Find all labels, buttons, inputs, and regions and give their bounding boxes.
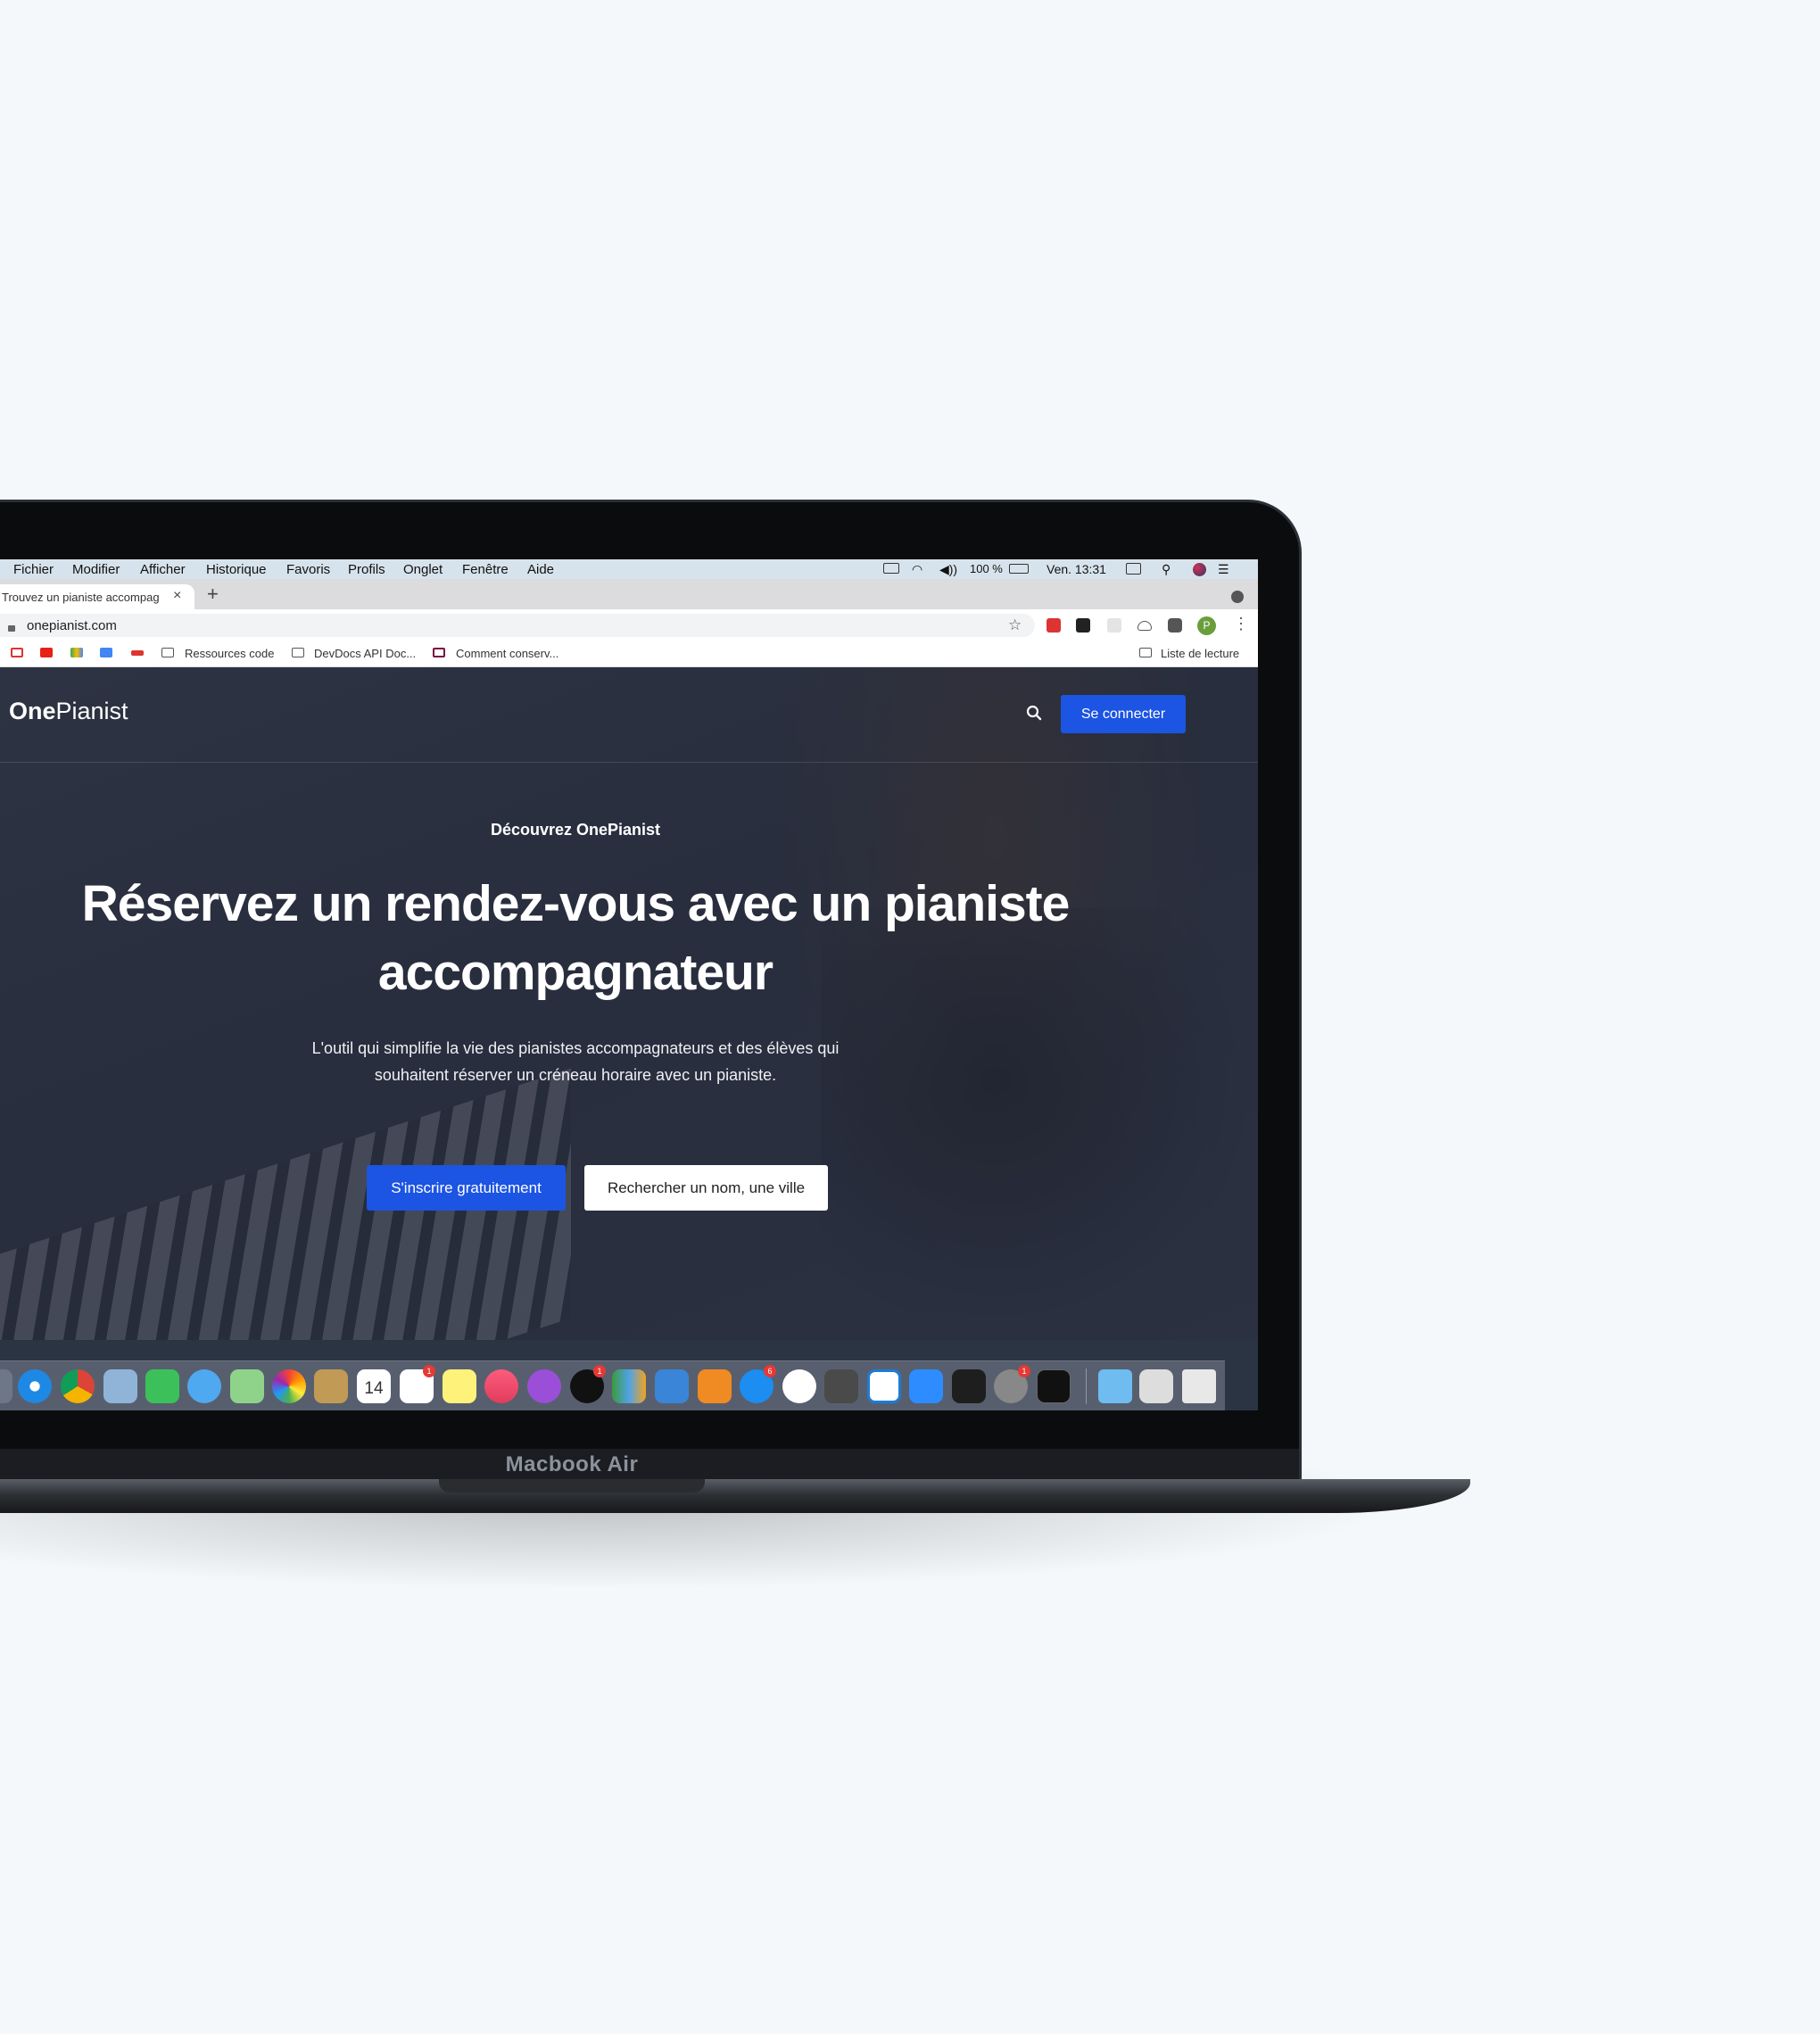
- search-icon[interactable]: [1026, 705, 1042, 721]
- photos-icon[interactable]: [272, 1369, 306, 1403]
- folder-icon: [161, 648, 174, 657]
- puzzle-extensions-icon[interactable]: [1168, 618, 1182, 633]
- translate-icon[interactable]: [100, 648, 112, 657]
- reading-list-button[interactable]: Liste de lecture: [1161, 647, 1239, 660]
- notes-icon[interactable]: [443, 1369, 476, 1403]
- laptop-base: [0, 1479, 1470, 1513]
- extension-red-icon[interactable]: [1046, 618, 1061, 633]
- macos-menubar: Fichier Modifier Afficher Historique Fav…: [0, 559, 1258, 579]
- bookmark-page-icon: [433, 648, 445, 657]
- safari-icon[interactable]: [18, 1369, 52, 1403]
- menu-profils[interactable]: Profils: [348, 562, 385, 577]
- devdocs-icon: [292, 648, 304, 657]
- bookmark-devdocs[interactable]: DevDocs API Doc...: [314, 647, 416, 660]
- battery-percent: 100 %: [970, 562, 1003, 575]
- screen-mirroring-icon[interactable]: [1126, 563, 1141, 575]
- tab-search-icon[interactable]: [1231, 591, 1244, 603]
- pages-icon[interactable]: [698, 1369, 732, 1403]
- login-button[interactable]: Se connecter: [1061, 695, 1186, 733]
- bookmark-comment-conserv[interactable]: Comment conserv...: [456, 647, 558, 660]
- app-store-badge: 6: [764, 1365, 776, 1377]
- menu-fenetre[interactable]: Fenêtre: [462, 562, 509, 577]
- more-menu-icon[interactable]: ⋮: [1233, 615, 1249, 633]
- preview-icon[interactable]: [103, 1369, 137, 1403]
- laptop-label: Macbook Air: [505, 1452, 639, 1476]
- maps-app-icon[interactable]: [230, 1369, 264, 1403]
- hero-kicker: Découvrez OnePianist: [490, 821, 661, 839]
- wifi-icon[interactable]: ◠: [912, 562, 922, 577]
- browser-tab-strip: Trouvez un pianiste accompag × +: [0, 579, 1258, 609]
- clipboard-icon[interactable]: [1139, 1369, 1173, 1403]
- menu-modifier[interactable]: Modifier: [72, 562, 120, 577]
- gmail-icon[interactable]: [11, 648, 23, 657]
- logo-bold: One: [9, 698, 56, 724]
- extension-dark-icon[interactable]: [1076, 618, 1090, 633]
- new-tab-icon[interactable]: +: [207, 583, 219, 606]
- zoom-icon[interactable]: [909, 1369, 943, 1403]
- spotlight-search-icon[interactable]: ⚲: [1162, 562, 1171, 577]
- close-tab-icon[interactable]: ×: [173, 588, 181, 604]
- menu-historique[interactable]: Historique: [206, 562, 267, 577]
- address-bar[interactable]: onepianist.com ☆: [0, 614, 1035, 637]
- maps-icon[interactable]: [70, 648, 83, 657]
- messages-icon[interactable]: [187, 1369, 221, 1403]
- profile-avatar[interactable]: P: [1197, 616, 1216, 635]
- menu-fichier[interactable]: Fichier: [13, 562, 54, 577]
- battery-icon[interactable]: [1009, 564, 1029, 574]
- contacts-icon[interactable]: [314, 1369, 348, 1403]
- hero-section: OnePianist Se connecter Découvrez OnePia…: [0, 667, 1258, 1340]
- numbers-icon[interactable]: [612, 1369, 646, 1403]
- tab-title: Trouvez un pianiste accompag: [2, 591, 160, 604]
- youtube-icon[interactable]: [40, 648, 53, 657]
- sublime-text-icon[interactable]: [824, 1369, 858, 1403]
- url-text[interactable]: onepianist.com: [27, 618, 117, 633]
- nav-divider: [0, 762, 1258, 763]
- siri-icon[interactable]: [1193, 563, 1206, 576]
- clock[interactable]: Ven. 13:31: [1046, 562, 1106, 576]
- laptop-screen: Fichier Modifier Afficher Historique Fav…: [0, 559, 1258, 1410]
- podcasts-icon[interactable]: [527, 1369, 561, 1403]
- music-icon[interactable]: [484, 1369, 518, 1403]
- bookmark-red-icon[interactable]: [131, 650, 144, 656]
- signup-button[interactable]: S'inscrire gratuitement: [367, 1165, 566, 1211]
- system-preferences-badge: 1: [1018, 1365, 1030, 1377]
- hero-title: Réservez un rendez-vous avec un pianiste…: [81, 875, 1071, 1001]
- trash-icon[interactable]: [1182, 1369, 1216, 1403]
- reminders-badge: 1: [423, 1365, 435, 1377]
- site-logo[interactable]: OnePianist: [9, 698, 128, 725]
- lock-icon[interactable]: [8, 625, 15, 632]
- hero-subtitle: L'outil qui simplifie la vie des pianist…: [311, 1039, 840, 1084]
- keynote-icon[interactable]: [655, 1369, 689, 1403]
- display-icon[interactable]: [883, 563, 899, 574]
- control-center-icon[interactable]: ☰: [1218, 562, 1229, 577]
- cloud-icon[interactable]: [1138, 621, 1152, 631]
- macos-dock: 14 1 1 6 1: [0, 1360, 1225, 1410]
- vscode-icon[interactable]: [867, 1369, 901, 1403]
- bookmark-star-icon[interactable]: ☆: [1008, 616, 1022, 634]
- extension-blank-icon[interactable]: [1107, 618, 1121, 633]
- facetime-icon[interactable]: [145, 1369, 179, 1403]
- browser-tab[interactable]: Trouvez un pianiste accompag ×: [0, 584, 194, 609]
- logo-light: Pianist: [55, 698, 128, 724]
- browser-toolbar: onepianist.com ☆ P ⋮: [0, 609, 1258, 641]
- terminal-icon[interactable]: [1037, 1369, 1071, 1403]
- dock-separator: [1086, 1368, 1087, 1404]
- laptop-hinge-notch: [439, 1479, 705, 1492]
- figma-icon[interactable]: [952, 1369, 986, 1403]
- reading-list-icon: [1139, 648, 1152, 657]
- downloads-folder-icon[interactable]: [1098, 1369, 1132, 1403]
- menu-favoris[interactable]: Favoris: [286, 562, 330, 577]
- menu-onglet[interactable]: Onglet: [403, 562, 443, 577]
- menu-afficher[interactable]: Afficher: [140, 562, 186, 577]
- apple-tv-badge: 1: [593, 1365, 606, 1377]
- slack-icon[interactable]: [782, 1369, 816, 1403]
- finder-partial-icon[interactable]: [0, 1369, 12, 1403]
- volume-icon[interactable]: ◀)): [939, 562, 957, 577]
- search-name-city-button[interactable]: Rechercher un nom, une ville: [584, 1165, 828, 1211]
- bookmark-ressources-code[interactable]: Ressources code: [185, 647, 274, 660]
- calendar-icon[interactable]: 14: [357, 1369, 391, 1403]
- menu-aide[interactable]: Aide: [527, 562, 554, 577]
- chrome-icon[interactable]: [61, 1369, 95, 1403]
- bookmarks-bar: Ressources code DevDocs API Doc... Comme…: [0, 641, 1258, 667]
